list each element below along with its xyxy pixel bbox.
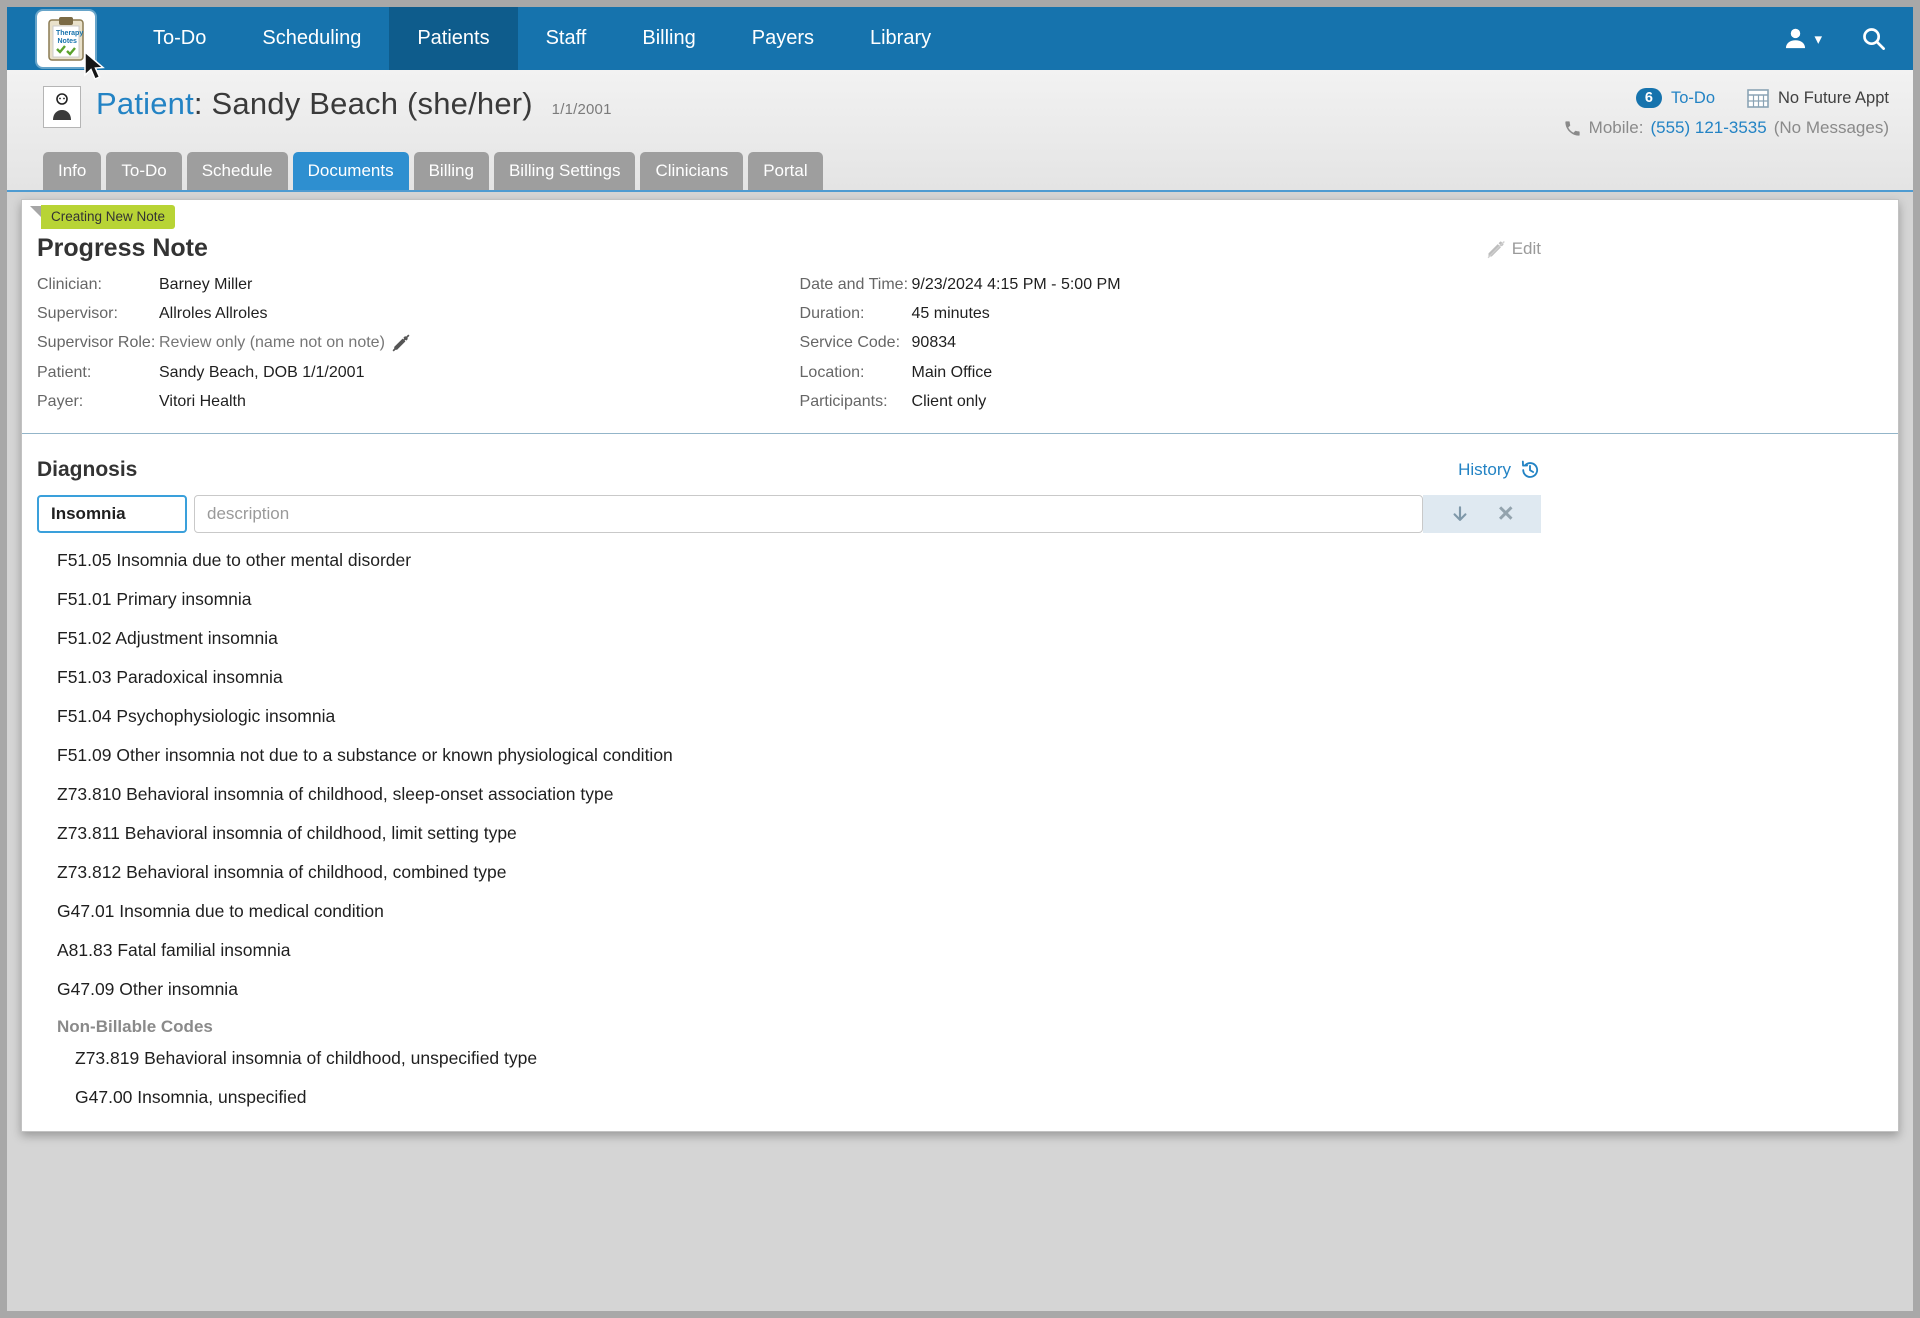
field-date-time: Date and Time: 9/23/2024 4:15 PM - 5:00 … [799, 276, 1121, 293]
tab-billing[interactable]: Billing [413, 152, 489, 190]
badge-label: Creating New Note [41, 205, 176, 229]
diagnosis-result[interactable]: F51.05 Insomnia due to other mental diso… [22, 541, 1898, 580]
field-clinician: Clinician: Barney Miller [37, 276, 253, 293]
field-supervisor: Supervisor: Allroles Allroles [37, 305, 268, 323]
diagnosis-result[interactable]: F51.02 Adjustment insomnia [22, 619, 1898, 658]
edit-pencil-icon [1487, 240, 1505, 258]
app-logo[interactable]: Therapy Notes [37, 11, 105, 80]
diagnosis-result[interactable]: G47.09 Other insomnia [22, 970, 1898, 1009]
no-future-appt-label: No Future Appt [1778, 88, 1889, 107]
tab-documents[interactable]: Documents [292, 152, 409, 190]
patient-avatar-icon [53, 93, 71, 120]
app-window: Therapy Notes To-Do Scheduling Patients … [7, 7, 1913, 1311]
history-link[interactable]: History [1458, 459, 1541, 481]
logo-text-1: Therapy [56, 30, 83, 37]
field-payer: Payer: Vitori Health [37, 392, 246, 410]
diagnosis-result[interactable]: F51.01 Primary insomnia [22, 580, 1898, 619]
nav-item-payers[interactable]: Payers [724, 7, 842, 70]
diagnosis-description-input[interactable] [194, 494, 1423, 533]
mobile-number-link[interactable]: (555) 121-3535 [1650, 118, 1766, 138]
patient-header: Patient: Sandy Beach (she/her) 1/1/2001 … [7, 70, 1913, 192]
main-content: Creating New Note Progress Note Edit Cli… [7, 192, 1913, 1132]
mouse-cursor-icon [84, 51, 105, 80]
search-icon [1863, 28, 1885, 50]
mobile-label: Mobile: [1588, 118, 1644, 137]
nav-item-todo[interactable]: To-Do [125, 7, 234, 70]
nav-item-library[interactable]: Library [842, 7, 959, 70]
diagnosis-result[interactable]: F51.04 Psychophysiologic insomnia [22, 697, 1898, 736]
field-service-code: Service Code: 90834 [799, 334, 957, 352]
field-supervisor-role: Supervisor Role: Review only (name not o… [37, 333, 800, 352]
diagnosis-row-actions: × [1423, 494, 1541, 533]
diagnosis-result[interactable]: Z73.811 Behavioral insomnia of childhood… [22, 814, 1898, 853]
phone-icon [1565, 120, 1580, 136]
diagnosis-result[interactable]: G47.01 Insomnia due to medical condition [22, 892, 1898, 931]
field-participants: Participants: Client only [799, 392, 987, 410]
edit-button[interactable]: Edit [1486, 239, 1541, 259]
tab-clinicians[interactable]: Clinicians [640, 152, 744, 190]
field-patient: Patient: Sandy Beach, DOB 1/1/2001 [37, 363, 365, 381]
mobile-messages-status: (No Messages) [1773, 118, 1889, 137]
edit-label: Edit [1511, 238, 1541, 258]
account-menu-button[interactable]: ▾ [1782, 25, 1822, 52]
diagnosis-result[interactable]: F51.03 Paradoxical insomnia [22, 658, 1898, 697]
signature-not-on-note-icon [392, 334, 410, 352]
search-button[interactable] [1860, 25, 1887, 52]
calendar-icon [1747, 89, 1769, 108]
nav-item-staff[interactable]: Staff [518, 7, 615, 70]
chevron-down-icon: ▾ [1814, 30, 1822, 48]
main-nav: To-Do Scheduling Patients Staff Billing … [125, 7, 959, 70]
todo-link[interactable]: To-Do [1671, 89, 1715, 108]
tab-info[interactable]: Info [43, 152, 102, 190]
note-summary-fields: Clinician: Barney Miller Supervisor: All… [22, 263, 1541, 411]
tab-billing-settings[interactable]: Billing Settings [493, 152, 636, 190]
todo-count-badge: 6 [1635, 88, 1662, 108]
diagnosis-result[interactable]: Z73.810 Behavioral insomnia of childhood… [22, 775, 1898, 814]
nav-right: ▾ [1782, 7, 1887, 70]
diagnosis-code-input[interactable] [37, 494, 187, 533]
tab-schedule[interactable]: Schedule [186, 152, 288, 190]
creating-new-note-badge: Creating New Note [30, 205, 176, 229]
diagnosis-result-non-billable[interactable]: G47.00 Insomnia, unspecified [22, 1078, 1898, 1117]
nav-item-billing[interactable]: Billing [614, 7, 723, 70]
patient-header-summary: 6 To-Do No Future Appt Mobile: (555) 121… [1563, 86, 1889, 138]
tab-portal[interactable]: Portal [748, 152, 823, 190]
diagnosis-result-non-billable[interactable]: Z73.819 Behavioral insomnia of childhood… [22, 1039, 1898, 1078]
diagnosis-entry-row: × [22, 494, 1541, 533]
patient-avatar [43, 86, 81, 128]
non-billable-codes-header: Non-Billable Codes [57, 1016, 213, 1036]
logo-text-2: Notes [58, 38, 78, 45]
user-icon [1786, 28, 1806, 49]
field-location: Location: Main Office [799, 363, 993, 381]
patient-title-label: Patient [96, 86, 194, 121]
patient-name: : Sandy Beach (she/her) [193, 86, 533, 121]
progress-note-card: Creating New Note Progress Note Edit Cli… [21, 199, 1899, 1132]
page-title: Patient: Sandy Beach (she/her) 1/1/2001 [96, 86, 612, 122]
diagnosis-result[interactable]: Z73.812 Behavioral insomnia of childhood… [22, 853, 1898, 892]
remove-diagnosis-icon[interactable]: × [1498, 500, 1514, 527]
supervisor-role-value: Review only (name not on note) [159, 334, 385, 352]
history-label: History [1458, 459, 1511, 479]
nav-item-patients[interactable]: Patients [389, 7, 518, 70]
tab-todo[interactable]: To-Do [106, 152, 182, 190]
history-clock-icon [1521, 460, 1539, 478]
diagnosis-result[interactable]: F51.09 Other insomnia not due to a subst… [22, 736, 1898, 775]
badge-fold-corner [30, 206, 41, 217]
nav-item-scheduling[interactable]: Scheduling [234, 7, 389, 70]
field-duration: Duration: 45 minutes [799, 305, 990, 323]
patient-tabs: Info To-Do Schedule Documents Billing Bi… [43, 152, 1889, 190]
note-title: Progress Note [37, 234, 208, 262]
diagnosis-result[interactable]: A81.83 Fatal familial insomnia [22, 931, 1898, 970]
move-down-icon[interactable] [1450, 504, 1470, 524]
top-nav: Therapy Notes To-Do Scheduling Patients … [7, 7, 1913, 80]
diagnosis-results-dropdown: F51.05 Insomnia due to other mental diso… [22, 533, 1898, 1117]
diagnosis-section-title: Diagnosis [37, 457, 138, 481]
patient-dob: 1/1/2001 [551, 101, 612, 118]
